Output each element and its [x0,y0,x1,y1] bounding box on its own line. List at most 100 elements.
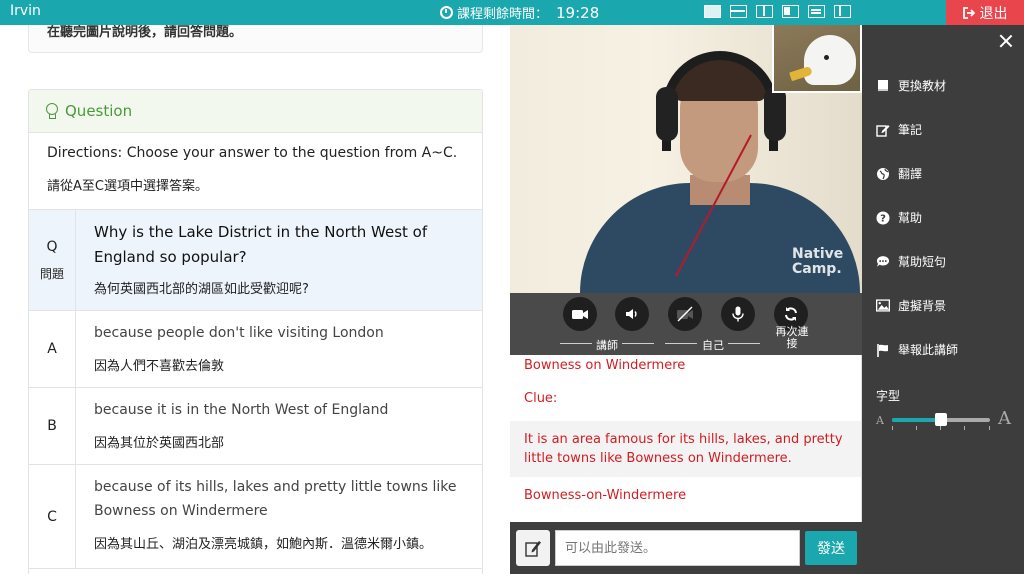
previous-section: 在聽完圖片說明後，請回答問題。 [28,25,483,53]
sidebar-item-label: 更換教材 [898,79,947,93]
font-size-label: 字型 [876,389,901,403]
layout-6-icon[interactable] [834,5,851,18]
chat-message: Bowness on Windermere [510,355,861,375]
option-a-row: A because people don't like visiting Lon… [29,311,482,388]
layout-5-icon[interactable] [808,5,825,18]
sidebar-item-label: 筆記 [898,123,923,137]
image-icon [876,299,890,313]
question-label: Q 問題 [29,210,76,310]
question-row: Q 問題 Why is the Lake District in the Nor… [29,210,482,311]
self-controls-label: 自己 [702,339,724,352]
tutor-controls-label: 講師 [596,339,618,352]
layout-2-icon[interactable] [730,5,747,18]
globe-icon [876,167,890,181]
sidebar-item-change-material[interactable]: 更換教材 [876,77,946,94]
sidebar-item-report-tutor[interactable]: 舉報此講師 [876,341,958,358]
refresh-icon [785,307,797,321]
sidebar-item-translate[interactable]: 翻譯 [876,165,922,182]
seagull-avatar [804,35,856,85]
chat-input[interactable] [555,530,800,566]
slider-fill [892,418,941,422]
self-camera-button[interactable] [668,297,702,331]
font-small-glyph: A [876,414,884,427]
attach-button[interactable] [516,530,550,566]
send-button[interactable]: 發送 [805,531,857,565]
close-icon[interactable] [998,33,1014,49]
option-b-en: because it is in the North West of Engla… [94,402,389,418]
option-c-zh: 因為其山丘、湖泊及漂亮城鎮，如鮑內斯．溫德米爾小鎮。 [94,537,433,552]
option-c-row: C because of its hills, lakes and pretty… [29,465,482,569]
book-icon [876,79,890,93]
clock-icon [440,6,453,19]
sidebar-item-label: 虛擬背景 [898,299,947,313]
chat-bubble-icon [876,255,890,269]
tutor-volume-button[interactable] [615,297,649,331]
sidebar-item-help-phrases[interactable]: 幫助短句 [876,253,946,270]
slider-ticks [892,426,990,430]
top-bar: Irvin 課程剩餘時間： 19:28 退出 [0,0,1024,25]
tools-sidebar: 更換教材 筆記 翻譯 ? 幫助 幫助短句 虛擬背景 舉報此講師 字型 A A [862,25,1024,574]
question-card: Question Directions: Choose your answer … [28,89,483,574]
option-b-row: B because it is in the North West of Eng… [29,388,482,465]
q-sub: 問題 [39,266,64,281]
chat-log[interactable]: Bowness on Windermere Clue: It is an are… [510,355,862,522]
exit-icon [962,6,975,19]
option-c-en: because of its hills, lakes and pretty l… [94,479,457,519]
chat-message: Bowness-on-Windermere [510,477,861,513]
lesson-timer: 課程剩餘時間： 19:28 [440,3,599,22]
option-a-zh: 因為人們不喜歡去倫敦 [94,359,225,374]
question-zh: 為何英國西北部的湖區如此受歡迎呢? [94,282,309,297]
question-header: Question [29,90,482,133]
font-large-glyph: A [998,408,1011,429]
q-letter: Q [46,238,58,255]
reconnect-label: 再次連接 [775,325,809,350]
pencil-paper-icon [525,541,541,557]
camera-icon [572,310,588,319]
camera-off-icon [677,306,693,322]
sidebar-item-help[interactable]: ? 幫助 [876,209,922,226]
exit-label: 退出 [979,5,1008,22]
timer-value: 19:28 [556,3,600,22]
layout-switcher [704,5,851,18]
question-en: Why is the Lake District in the North We… [94,223,428,266]
watermark-line1: Native [792,246,844,262]
sidebar-item-label: 翻譯 [898,167,923,181]
material-panel[interactable]: 在聽完圖片說明後，請回答問題。 Question Directions: Cho… [0,25,510,574]
video-controls: 講師 自己 再次連接 [510,293,862,355]
timer-label: 課程剩餘時間： [457,7,549,22]
chat-message: Clue: [510,375,861,421]
tutor-video: Native Camp. [510,25,862,293]
sidebar-item-label: 幫助短句 [898,255,947,269]
tutor-camera-button[interactable] [563,297,597,331]
exit-button[interactable]: 退出 [946,0,1024,25]
option-a-label: A [29,311,76,387]
brand-watermark: Native Camp. [792,247,843,277]
option-b-label: B [29,388,76,464]
option-b-zh: 因為其位於英國西北部 [94,436,225,451]
watermark-line2: Camp. [792,261,842,277]
question-circle-icon: ? [876,211,890,225]
sidebar-item-virtual-background[interactable]: 虛擬背景 [876,297,946,314]
layout-3-icon[interactable] [756,5,773,18]
directions-zh: 請從A至C選項中選擇答案。 [47,179,208,194]
layout-4-icon[interactable] [782,5,799,18]
question-header-label: Question [65,102,133,120]
option-a-en: because people don't like visiting Londo… [94,325,384,341]
chat-message: It is an area famous for its hills, lake… [510,421,861,477]
lightbulb-icon [45,103,58,119]
sidebar-item-notes[interactable]: 筆記 [876,121,922,138]
slider-thumb[interactable] [935,413,947,426]
directions-en: Directions: Choose your answer to the qu… [47,145,458,161]
font-size-slider[interactable]: A A [876,408,1016,431]
chat-compose-bar: 發送 [510,522,862,574]
previous-prompt: 在聽完圖片說明後，請回答問題。 [47,25,243,40]
self-mic-button[interactable] [721,297,755,331]
layout-1-icon[interactable] [704,5,721,18]
svg-text:?: ? [880,213,886,224]
slider-track[interactable] [892,413,990,426]
flag-icon [876,343,890,357]
self-video-preview [772,25,862,93]
user-name: Irvin [10,3,41,19]
speaker-icon [626,309,637,319]
sidebar-item-label: 舉報此講師 [898,343,959,357]
